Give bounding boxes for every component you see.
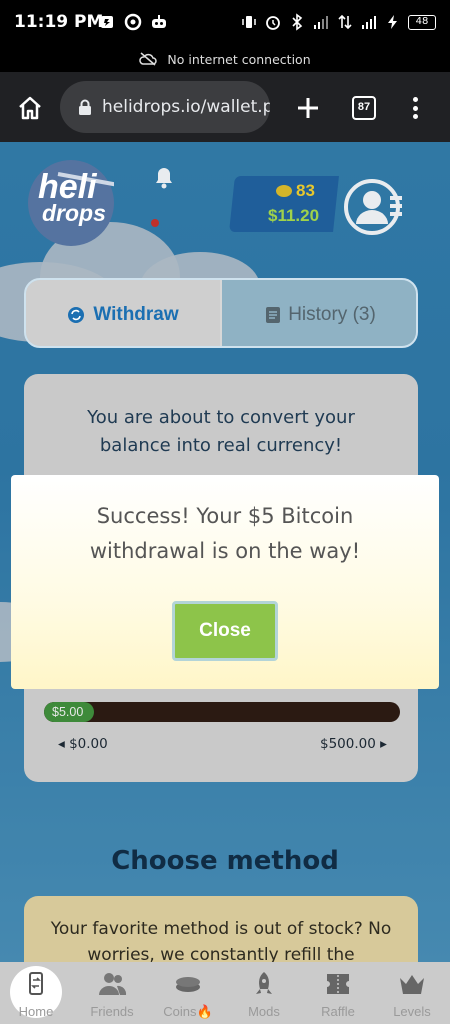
nav-home-label: Home bbox=[18, 1004, 54, 1019]
amount-slider[interactable]: $5.00 bbox=[44, 702, 400, 722]
vibrate-icon bbox=[242, 16, 256, 28]
wallet-tabs: Withdraw History (3) bbox=[24, 278, 418, 348]
exchange-icon bbox=[68, 307, 85, 323]
nav-raffle-label: Raffle bbox=[321, 1004, 355, 1019]
coin-count: 83 bbox=[296, 181, 315, 200]
fire-icon: 🔥 bbox=[196, 1004, 213, 1019]
nav-coins[interactable]: Coins🔥 bbox=[158, 970, 218, 1020]
notification-dot bbox=[151, 219, 159, 227]
tab-withdraw-label: Withdraw bbox=[93, 304, 179, 325]
stock-info-card: Your favorite method is out of stock? No… bbox=[24, 896, 418, 962]
nav-friends[interactable]: Friends bbox=[82, 970, 142, 1019]
ticket-icon bbox=[327, 974, 349, 994]
network-banner: No internet connection bbox=[0, 46, 450, 72]
document-icon bbox=[266, 307, 281, 323]
slider-max: $500.00 ▸ bbox=[320, 736, 387, 752]
swap-phone-icon bbox=[29, 972, 43, 995]
coins-icon bbox=[176, 977, 200, 992]
rocket-icon bbox=[256, 972, 272, 994]
logo-text-heli: heli bbox=[38, 168, 97, 206]
network-banner-text: No internet connection bbox=[167, 51, 311, 67]
slider-max-label: $500.00 bbox=[320, 736, 376, 752]
browser-menu-icon[interactable] bbox=[408, 94, 422, 122]
crown-icon bbox=[400, 975, 424, 994]
new-tab-icon[interactable] bbox=[294, 94, 322, 122]
robot-icon bbox=[152, 15, 166, 28]
slider-min: ◂ $0.00 bbox=[58, 736, 108, 752]
friends-icon bbox=[99, 973, 127, 995]
alarm-icon bbox=[266, 16, 280, 30]
bottom-nav: Home Friends Coins🔥 Mods Raffle Levels bbox=[0, 962, 450, 1024]
url-text: helidrops.io/wallet.pl bbox=[102, 97, 270, 117]
nav-friends-label: Friends bbox=[90, 1004, 134, 1019]
system-status-icons: 48 bbox=[240, 13, 436, 31]
success-message: Success! Your $5 Bitcoin withdrawal is o… bbox=[89, 504, 361, 563]
logo-text-drops: drops bbox=[42, 200, 106, 226]
nav-coins-label: Coins bbox=[163, 1004, 197, 1019]
slider-min-label: $0.00 bbox=[69, 736, 108, 752]
helidrops-logo[interactable]: heli drops bbox=[28, 160, 114, 246]
nav-home[interactable]: Home bbox=[6, 970, 66, 1019]
address-bar[interactable]: helidrops.io/wallet.pl bbox=[60, 81, 270, 133]
tab-history-label: History (3) bbox=[288, 304, 376, 325]
battery-level: 48 bbox=[408, 14, 436, 30]
amount-slider-fill[interactable]: $5.00 bbox=[44, 702, 94, 722]
usd-balance: $11.20 bbox=[268, 206, 320, 225]
choose-method-title: Choose method bbox=[111, 846, 339, 876]
data-arrows-icon bbox=[338, 14, 352, 30]
success-modal: Success! Your $5 Bitcoin withdrawal is o… bbox=[11, 475, 439, 689]
convert-intro: You are about to convert your balance in… bbox=[87, 407, 355, 456]
coin-balance: 83 bbox=[276, 181, 315, 201]
charging-icon bbox=[388, 15, 397, 29]
app-notification-icon bbox=[101, 16, 113, 28]
sync-icon bbox=[124, 13, 142, 31]
home-icon[interactable] bbox=[16, 94, 44, 122]
tab-switcher-button[interactable]: 87 bbox=[352, 96, 376, 120]
tab-history[interactable]: History (3) bbox=[222, 280, 416, 346]
status-time: 11:19 PM bbox=[14, 12, 104, 32]
nav-raffle[interactable]: Raffle bbox=[308, 970, 368, 1019]
tab-withdraw[interactable]: Withdraw bbox=[26, 280, 222, 346]
nav-levels[interactable]: Levels bbox=[382, 970, 442, 1019]
lock-icon bbox=[79, 99, 91, 115]
status-bar: 11:19 PM 48 bbox=[0, 0, 450, 46]
browser-toolbar: helidrops.io/wallet.pl 87 bbox=[0, 72, 450, 142]
nav-levels-label: Levels bbox=[393, 1004, 431, 1019]
close-button[interactable]: Close bbox=[172, 601, 278, 661]
nav-mods-label: Mods bbox=[248, 1004, 280, 1019]
stock-info-text: Your favorite method is out of stock? No… bbox=[50, 919, 392, 962]
nav-mods[interactable]: Mods bbox=[234, 970, 294, 1019]
coin-icon bbox=[276, 185, 292, 197]
notification-icons bbox=[98, 13, 168, 31]
lte-signal-icon bbox=[362, 16, 376, 29]
bluetooth-icon bbox=[292, 13, 303, 31]
signal-icon bbox=[314, 16, 328, 29]
bell-icon[interactable] bbox=[152, 164, 176, 190]
cloud-off-icon bbox=[139, 52, 158, 66]
user-menu-icon[interactable] bbox=[344, 176, 406, 238]
